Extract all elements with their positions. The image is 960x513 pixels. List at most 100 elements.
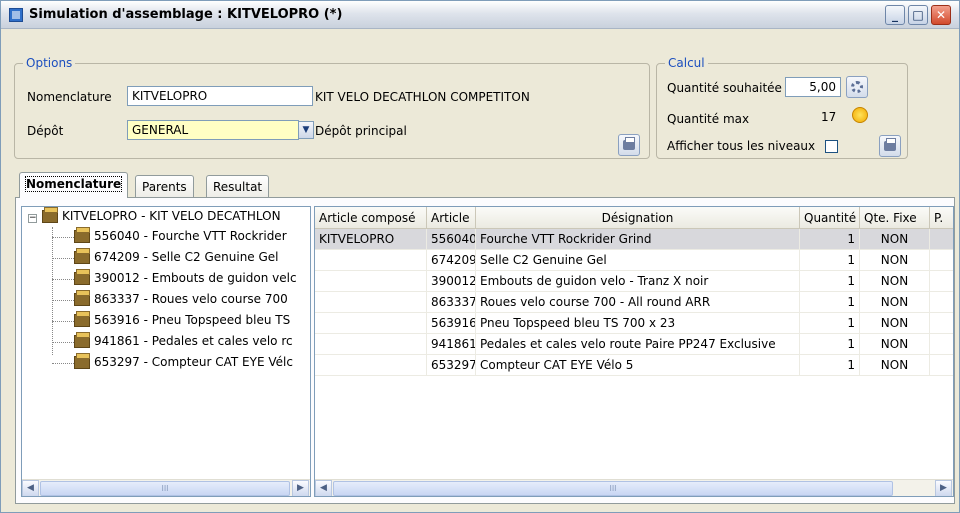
nomenclature-tree[interactable]: − KITVELOPRO - KIT VELO DECATHLON 556040… <box>21 206 311 497</box>
cell-designation: Pedales et cales velo route Paire PP247 … <box>476 334 800 355</box>
calcul-legend: Calcul <box>665 56 708 70</box>
cell-quantite: 1 <box>800 229 860 250</box>
tree-node-label: 674209 - Selle C2 Genuine Gel <box>94 250 279 264</box>
kit-icon <box>74 290 90 306</box>
options-group: Options Nomenclature KITVELOPRO KIT VELO… <box>14 56 650 159</box>
column-header-designation[interactable]: Désignation <box>476 207 800 229</box>
column-header-article-compose[interactable]: Article composé <box>315 207 427 229</box>
cell-p <box>930 229 953 250</box>
cell-article-compose <box>315 271 427 292</box>
scroll-thumb[interactable]: III <box>40 481 290 496</box>
maximize-button[interactable]: □ <box>908 5 928 25</box>
tree-connector <box>52 342 74 343</box>
tree-connector <box>52 258 74 259</box>
quantite-max-value: 17 <box>821 110 837 124</box>
tree-node-label: 653297 - Compteur CAT EYE Vélc <box>94 355 293 369</box>
cell-designation: Selle C2 Genuine Gel <box>476 250 800 271</box>
tree-node[interactable]: 941861 - Pedales et cales velo rc <box>74 332 293 352</box>
cell-qte-fixe: NON <box>860 355 930 376</box>
depot-field[interactable]: GENERAL <box>127 120 299 140</box>
cell-p <box>930 334 953 355</box>
cell-quantite: 1 <box>800 313 860 334</box>
minimize-button[interactable]: _ <box>885 5 905 25</box>
collapse-icon[interactable]: − <box>28 214 37 223</box>
cell-designation: Pneu Topspeed bleu TS 700 x 23 <box>476 313 800 334</box>
tree-node[interactable]: 653297 - Compteur CAT EYE Vélc <box>74 353 293 373</box>
cell-designation: Fourche VTT Rockrider Grind <box>476 229 800 250</box>
tree-node-label: 563916 - Pneu Topspeed bleu TS <box>94 313 291 327</box>
cell-p <box>930 355 953 376</box>
quantite-max-label: Quantité max <box>667 112 750 126</box>
tree-connector <box>52 279 74 280</box>
afficher-niveaux-label: Afficher tous les niveaux <box>667 139 816 153</box>
scroll-left-icon[interactable]: ◀ <box>315 480 332 496</box>
scroll-thumb[interactable]: III <box>333 481 893 496</box>
table-row[interactable]: 390012 Embouts de guidon velo - Tranz X … <box>315 271 953 292</box>
cell-p <box>930 313 953 334</box>
tree-horizontal-scrollbar[interactable]: ◀ III ▶ <box>22 479 310 496</box>
cell-designation: Compteur CAT EYE Vélo 5 <box>476 355 800 376</box>
nomenclature-field[interactable]: KITVELOPRO <box>127 86 313 106</box>
cell-article: 556040 <box>427 229 476 250</box>
cell-qte-fixe: NON <box>860 250 930 271</box>
print-options-button[interactable] <box>618 134 640 156</box>
cell-article-compose: KITVELOPRO <box>315 229 427 250</box>
cell-quantite: 1 <box>800 271 860 292</box>
quantite-souhaitee-input[interactable]: 5,00 <box>785 77 841 97</box>
table-row[interactable]: 863337 Roues velo course 700 - All round… <box>315 292 953 313</box>
cell-qte-fixe: NON <box>860 334 930 355</box>
cell-article: 674209 <box>427 250 476 271</box>
cell-p <box>930 292 953 313</box>
printer-icon <box>884 138 896 151</box>
column-header-quantite[interactable]: Quantité <box>800 207 860 229</box>
quantite-souhaitee-label: Quantité souhaitée <box>667 81 782 95</box>
tree-node[interactable]: 863337 - Roues velo course 700 <box>74 290 288 310</box>
kit-icon <box>74 332 90 348</box>
scroll-right-icon[interactable]: ▶ <box>935 480 952 496</box>
calculate-button[interactable] <box>846 76 868 98</box>
scroll-thumb-grip: III <box>161 484 169 493</box>
printer-icon <box>623 137 635 150</box>
simulation-window: Simulation d'assemblage : KITVELOPRO (*)… <box>0 0 960 513</box>
cell-article-compose <box>315 355 427 376</box>
afficher-niveaux-checkbox[interactable] <box>825 140 838 153</box>
tree-node[interactable]: 390012 - Embouts de guidon velc <box>74 269 297 289</box>
print-calcul-button[interactable] <box>879 135 901 157</box>
cell-article: 653297 <box>427 355 476 376</box>
column-header-p[interactable]: P. <box>930 207 953 229</box>
cell-article: 941861 <box>427 334 476 355</box>
nomenclature-tab-panel: − KITVELOPRO - KIT VELO DECATHLON 556040… <box>15 197 955 504</box>
table-row[interactable]: 674209 Selle C2 Genuine Gel 1 NON <box>315 250 953 271</box>
tree-connector <box>52 321 74 322</box>
tree-connector <box>52 363 74 364</box>
tab-parents[interactable]: Parents <box>135 175 194 199</box>
table-row[interactable]: 653297 Compteur CAT EYE Vélo 5 1 NON <box>315 355 953 376</box>
tab-nomenclature-label: Nomenclature <box>24 176 123 192</box>
tree-connector <box>52 227 53 355</box>
table-row[interactable]: 563916 Pneu Topspeed bleu TS 700 x 23 1 … <box>315 313 953 334</box>
grid-header: Article composé Article Désignation Quan… <box>315 207 953 229</box>
tree-node[interactable]: 563916 - Pneu Topspeed bleu TS <box>74 311 291 331</box>
column-header-qte-fixe[interactable]: Qte. Fixe <box>860 207 930 229</box>
scroll-right-icon[interactable]: ▶ <box>292 480 309 496</box>
tree-node[interactable]: 674209 - Selle C2 Genuine Gel <box>74 248 279 268</box>
tab-nomenclature[interactable]: Nomenclature <box>19 172 129 198</box>
column-header-article[interactable]: Article <box>427 207 476 229</box>
depot-label: Dépôt <box>27 124 64 138</box>
depot-description: Dépôt principal <box>315 124 407 138</box>
grid-horizontal-scrollbar[interactable]: ◀ III ▶ <box>315 479 953 496</box>
tab-resultat[interactable]: Resultat <box>206 175 270 199</box>
table-row[interactable]: 941861 Pedales et cales velo route Paire… <box>315 334 953 355</box>
close-button[interactable]: ✕ <box>931 5 951 25</box>
table-row[interactable]: KITVELOPRO 556040 Fourche VTT Rockrider … <box>315 229 953 250</box>
title-bar: Simulation d'assemblage : KITVELOPRO (*)… <box>1 1 959 29</box>
tree-node[interactable]: 556040 - Fourche VTT Rockrider <box>74 227 287 247</box>
cell-quantite: 1 <box>800 355 860 376</box>
scroll-left-icon[interactable]: ◀ <box>22 480 39 496</box>
tree-root-node[interactable]: KITVELOPRO - KIT VELO DECATHLON <box>42 207 281 227</box>
cell-quantite: 1 <box>800 250 860 271</box>
cell-qte-fixe: NON <box>860 229 930 250</box>
depot-dropdown-button[interactable]: ▼ <box>298 121 314 139</box>
cell-article: 863337 <box>427 292 476 313</box>
composition-grid[interactable]: Article composé Article Désignation Quan… <box>314 206 954 497</box>
